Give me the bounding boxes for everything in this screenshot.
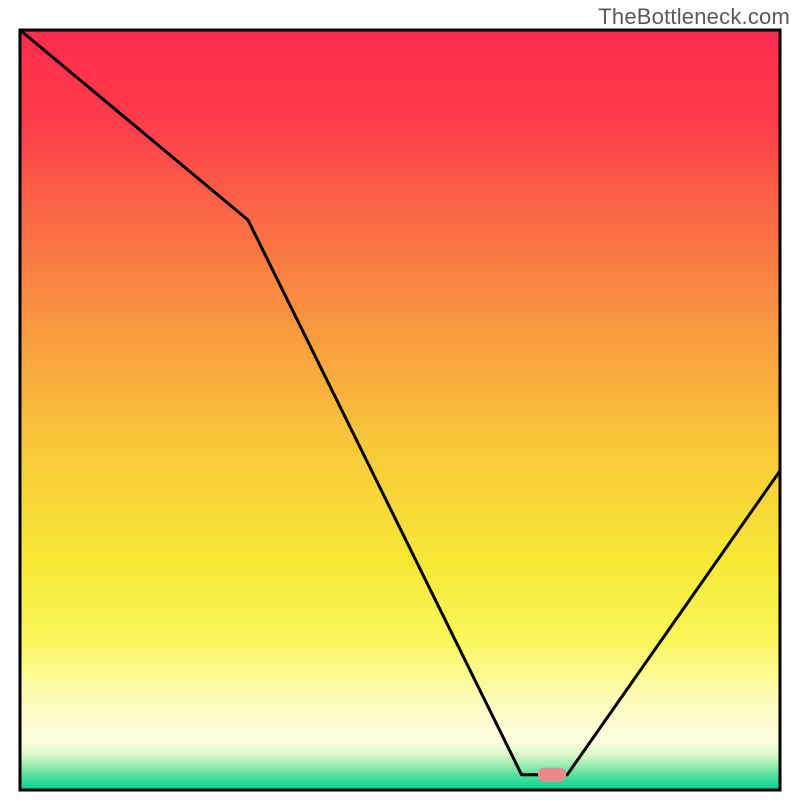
- optimal-marker: [538, 768, 566, 782]
- chart-stage: TheBottleneck.com: [0, 0, 800, 800]
- watermark-text: TheBottleneck.com: [598, 4, 790, 30]
- bottleneck-chart: [0, 0, 800, 800]
- plot-background: [20, 30, 780, 790]
